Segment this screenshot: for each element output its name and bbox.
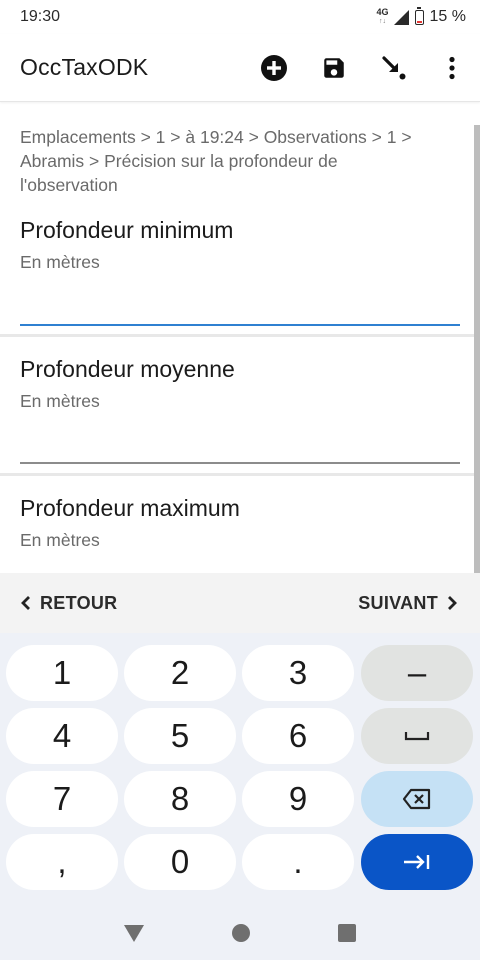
status-bar: 19:30 4G ↑↓ 15 % bbox=[0, 0, 480, 34]
form-navigation-bar: RETOUR SUIVANT bbox=[0, 573, 480, 633]
chevron-right-icon bbox=[448, 596, 457, 610]
data-arrows-icon: ↑↓ bbox=[379, 18, 387, 25]
battery-percent: 15 % bbox=[429, 8, 466, 25]
question-divider bbox=[0, 473, 474, 476]
save-icon bbox=[324, 58, 344, 78]
home-circle-icon[interactable] bbox=[231, 923, 251, 943]
key-minus[interactable]: – bbox=[361, 645, 473, 701]
jump-arrow-icon bbox=[382, 56, 406, 80]
system-navigation-bar bbox=[0, 909, 480, 957]
key-comma[interactable]: , bbox=[6, 834, 118, 890]
question-divider bbox=[0, 334, 474, 337]
key-4[interactable]: 4 bbox=[6, 708, 118, 764]
status-icons: 4G ↑↓ 15 % bbox=[377, 6, 466, 26]
key-5[interactable]: 5 bbox=[124, 708, 236, 764]
key-1[interactable]: 1 bbox=[6, 645, 118, 701]
key-6[interactable]: 6 bbox=[242, 708, 354, 764]
space-icon bbox=[404, 732, 430, 741]
key-backspace[interactable] bbox=[361, 771, 473, 827]
battery-icon bbox=[414, 6, 424, 25]
depth-minimum-input[interactable] bbox=[20, 324, 460, 326]
more-vert-icon bbox=[449, 56, 455, 80]
key-space[interactable] bbox=[361, 708, 473, 764]
tab-next-icon bbox=[404, 855, 430, 869]
battery-fill bbox=[416, 20, 422, 23]
depth-average-input[interactable] bbox=[20, 462, 460, 464]
backspace-icon bbox=[402, 788, 431, 810]
key-3[interactable]: 3 bbox=[242, 645, 354, 701]
add-circle-icon bbox=[261, 55, 287, 81]
question-label-minimum: Profondeur minimum bbox=[20, 217, 234, 243]
next-button-label: SUIVANT bbox=[358, 592, 438, 613]
key-2[interactable]: 2 bbox=[124, 645, 236, 701]
app-bar: OccTaxODK bbox=[0, 34, 480, 102]
key-next-field[interactable] bbox=[361, 834, 473, 890]
chevron-left-icon bbox=[21, 596, 30, 610]
network-indicator: 4G ↑↓ bbox=[377, 8, 389, 26]
signal-icon bbox=[393, 9, 409, 25]
key-8[interactable]: 8 bbox=[124, 771, 236, 827]
back-button-label: RETOUR bbox=[40, 592, 118, 613]
status-time: 19:30 bbox=[20, 8, 61, 25]
key-0[interactable]: 0 bbox=[124, 834, 236, 890]
next-button[interactable]: SUIVANT bbox=[358, 593, 458, 614]
question-hint-average: En mètres bbox=[20, 391, 100, 411]
add-repeat-button[interactable] bbox=[244, 38, 304, 98]
key-period[interactable]: . bbox=[242, 834, 354, 890]
question-hint-maximum: En mètres bbox=[20, 530, 100, 550]
scrollbar[interactable] bbox=[474, 125, 480, 573]
question-label-average: Profondeur moyenne bbox=[20, 356, 235, 382]
network-type: 4G bbox=[376, 7, 389, 17]
question-label-maximum: Profondeur maximum bbox=[20, 495, 240, 521]
app-bar-actions bbox=[244, 34, 480, 102]
save-button[interactable] bbox=[304, 38, 364, 98]
back-button[interactable]: RETOUR bbox=[20, 593, 117, 614]
breadcrumb: Emplacements > 1 > à 19:24 > Observation… bbox=[20, 127, 412, 195]
app-title: OccTaxODK bbox=[20, 54, 149, 80]
key-7[interactable]: 7 bbox=[6, 771, 118, 827]
back-triangle-icon[interactable] bbox=[123, 923, 145, 943]
numeric-keyboard: 1 2 3 – 4 5 6 7 8 9 , 0 . bbox=[0, 633, 480, 960]
question-hint-minimum: En mètres bbox=[20, 252, 100, 272]
form-content[interactable]: Emplacements > 1 > à 19:24 > Observation… bbox=[0, 103, 480, 573]
recents-square-icon[interactable] bbox=[337, 923, 357, 943]
overflow-menu-button[interactable] bbox=[424, 38, 480, 98]
key-9[interactable]: 9 bbox=[242, 771, 354, 827]
jump-to-question-button[interactable] bbox=[364, 38, 424, 98]
